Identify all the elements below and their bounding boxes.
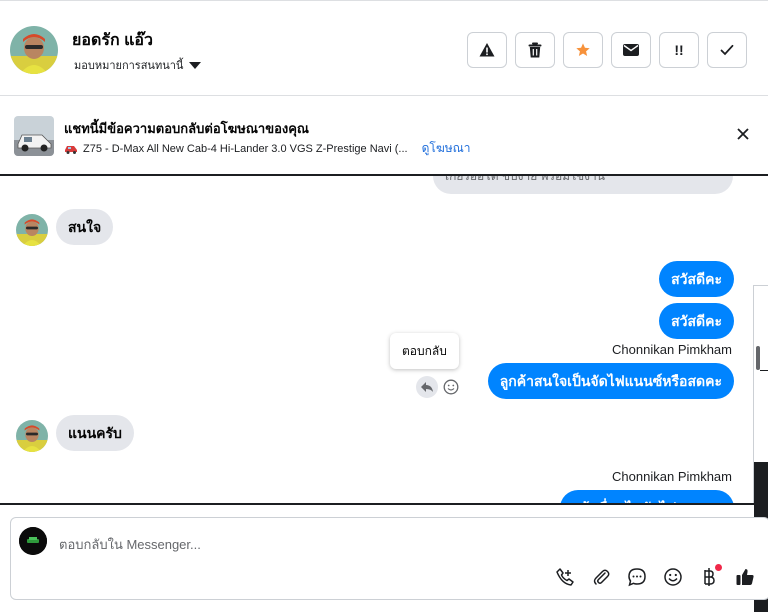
composer-tools [554, 564, 756, 588]
paperclip-icon[interactable] [590, 566, 612, 588]
outgoing-message[interactable]: สวัสดีคะ [659, 303, 734, 339]
ad-banner-subtitle-row: Z75 - D-Max All New Cab-4 Hi-Lander 3.0 … [64, 139, 471, 158]
outgoing-message[interactable]: สวัสดีคะ [659, 261, 734, 297]
panel-scroll-thumb[interactable] [756, 346, 760, 370]
message-partial-top[interactable]: เกียร์ออโต้ ขับง่าย พร้อมใช้งาน [433, 176, 733, 194]
ad-banner-subtitle: Z75 - D-Max All New Cab-4 Hi-Lander 3.0 … [83, 142, 408, 155]
baht-icon[interactable] [698, 564, 722, 588]
envelope-icon [623, 44, 639, 56]
composer-area: ตอบกลับใน Messenger... [0, 503, 768, 612]
sender-name: Chonnikan Pimkham [612, 469, 732, 484]
checkmark-icon [720, 44, 734, 56]
sender-name: Chonnikan Pimkham [612, 342, 732, 357]
contact-avatar-small[interactable] [16, 420, 48, 452]
close-icon [737, 128, 749, 140]
assign-label: มอบหมายการสนทนานี้ [74, 60, 184, 72]
contact-avatar-small[interactable] [16, 214, 48, 246]
header-actions: !! [467, 32, 747, 68]
reply-tooltip: ตอบกลับ [390, 333, 459, 369]
ad-reply-banner: แชทนี้มีข้อความตอบกลับต่อโฆษณาของคุณ Z75… [0, 96, 768, 176]
notification-dot [715, 564, 722, 571]
follow-up-icon: !! [674, 42, 684, 58]
contact-name: ยอดรัก แอ๊ว [72, 32, 154, 49]
conversation-header: ยอดรัก แอ๊ว มอบหมายการสนทนานี้ !! [0, 0, 768, 96]
delete-button[interactable] [515, 32, 555, 68]
ad-thumbnail[interactable] [14, 116, 54, 156]
assign-conversation-dropdown[interactable]: มอบหมายการสนทนานี้ [74, 56, 202, 74]
mark-unread-button[interactable] [611, 32, 651, 68]
thumbs-up-icon[interactable] [734, 566, 756, 588]
emoji-icon[interactable] [662, 566, 684, 588]
follow-up-button[interactable]: !! [659, 32, 699, 68]
star-button[interactable] [563, 32, 603, 68]
incoming-message[interactable]: สนใจ [56, 209, 114, 245]
star-icon [576, 43, 590, 56]
react-emoji-icon[interactable] [442, 378, 460, 396]
ad-banner-title: แชทนี้มีข้อความตอบกลับต่อโฆษณาของคุณ [64, 121, 309, 136]
chat-bubble-icon[interactable] [626, 566, 648, 588]
message-input[interactable]: ตอบกลับใน Messenger... [59, 534, 201, 555]
close-banner-button[interactable] [736, 126, 750, 144]
car-icon [65, 145, 77, 154]
done-button[interactable] [707, 32, 747, 68]
report-button[interactable] [467, 32, 507, 68]
composer-box[interactable]: ตอบกลับใน Messenger... [10, 517, 768, 600]
trash-icon [528, 42, 542, 58]
page-avatar[interactable] [19, 527, 47, 555]
reply-icon[interactable] [416, 376, 438, 398]
caret-down-icon [189, 61, 202, 69]
incoming-message[interactable]: แนนครับ [56, 415, 134, 451]
outgoing-message-partial[interactable]: แจ้งเงื่อนไขจัดไฟ [560, 490, 734, 503]
contact-avatar[interactable] [10, 26, 58, 74]
message-thread[interactable]: เกียร์ออโต้ ขับง่าย พร้อมใช้งาน สนใจ สวั… [0, 176, 754, 503]
view-ad-link[interactable]: ดูโฆษณา [422, 139, 471, 158]
call-plus-icon[interactable] [554, 566, 576, 588]
warning-icon [479, 43, 495, 57]
outgoing-message[interactable]: ลูกค้าสนใจเป็นจัดไฟแนนซ์หรือสดคะ [487, 363, 734, 399]
